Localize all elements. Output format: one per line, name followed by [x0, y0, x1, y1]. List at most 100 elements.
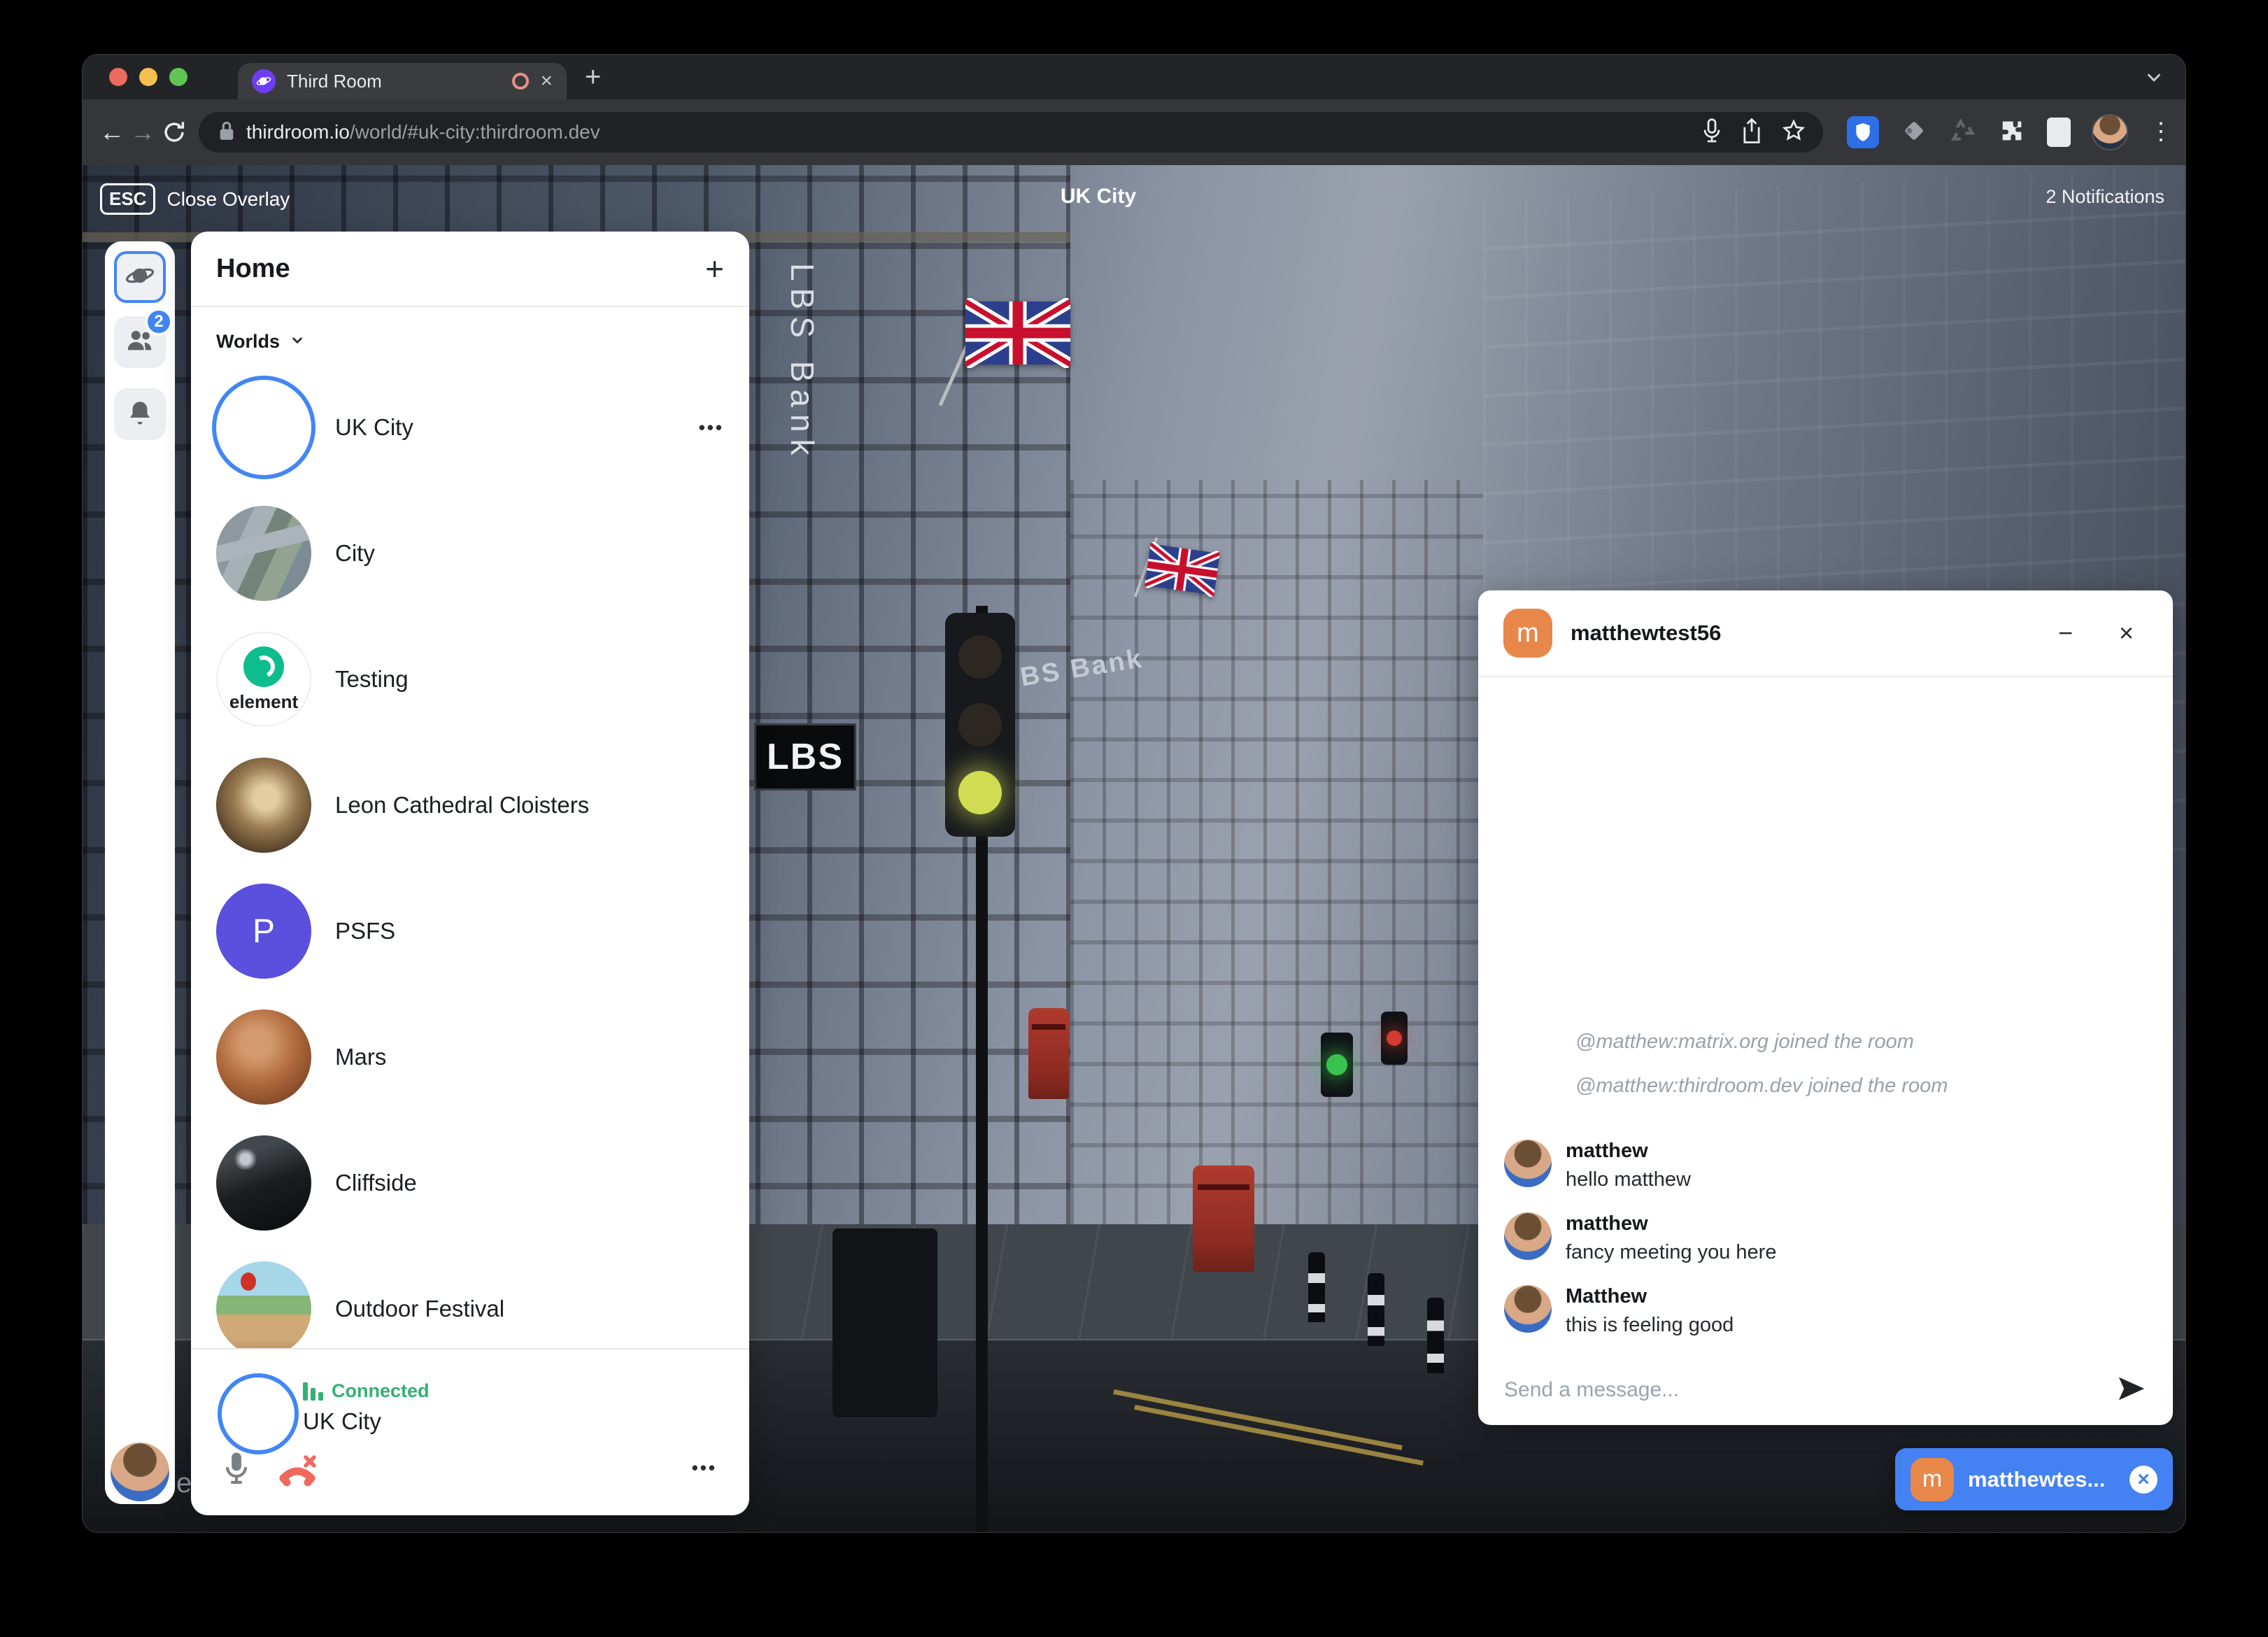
world-avatar — [216, 758, 311, 853]
url-bar[interactable]: thirdroom.io/world/#uk-city:thirdroom.de… — [199, 112, 1823, 153]
chat-input-bar — [1478, 1355, 2173, 1425]
traffic-light-icon — [945, 613, 1015, 837]
send-message-button[interactable] — [2116, 1375, 2147, 1406]
chat-peer-name: matthewtest56 — [1571, 621, 2026, 646]
chat-message: Matthew this is feeling good — [1504, 1285, 2147, 1337]
create-world-button[interactable]: + — [705, 253, 724, 285]
notifications-status[interactable]: 2 Notifications — [2046, 186, 2164, 208]
connection-status: Connected — [332, 1380, 430, 1402]
signal-bars-icon — [303, 1382, 323, 1401]
chat-peer-avatar: m — [1503, 609, 1552, 658]
active-call-footer: Connected UK City — [191, 1348, 749, 1515]
world-avatar: P — [216, 884, 311, 979]
call-options-menu-icon[interactable]: ••• — [692, 1457, 717, 1479]
browser-profile-avatar[interactable] — [2092, 114, 2128, 150]
world-avatar: element — [216, 632, 311, 727]
window-controls — [83, 68, 204, 86]
friends-badge: 2 — [145, 308, 173, 336]
share-icon[interactable] — [1741, 118, 1763, 148]
user-profile-avatar[interactable] — [111, 1443, 169, 1501]
planet-icon — [125, 260, 155, 295]
union-jack-flag-icon — [965, 298, 1070, 368]
street-bin — [832, 1228, 937, 1417]
page-viewport: LBS Bank LBS BS Bank — [83, 165, 2185, 1532]
tab-title: Third Room — [287, 71, 501, 92]
world-row-cliffside[interactable]: Cliffside — [191, 1120, 749, 1246]
minimize-window-button[interactable] — [139, 68, 157, 86]
bell-icon — [125, 398, 155, 431]
world-row-city[interactable]: City — [191, 490, 749, 616]
sidebar-item-worlds[interactable] — [114, 251, 166, 303]
chat-message: matthew hello matthew — [1504, 1140, 2147, 1191]
world-row-psfs[interactable]: P PSFS — [191, 868, 749, 994]
world-row-mars[interactable]: Mars — [191, 994, 749, 1120]
tab-search-chevron-icon[interactable] — [2143, 67, 2164, 92]
home-panel-header: Home + — [191, 232, 749, 307]
world-title: UK City — [1061, 185, 1136, 208]
browser-menu-icon[interactable]: ⋮ — [2149, 125, 2173, 139]
message-input[interactable] — [1504, 1378, 2102, 1402]
browser-window: Third Room × + ← → thirdroom.io/world/#u… — [83, 55, 2185, 1532]
world-options-menu-icon[interactable]: ••• — [699, 417, 724, 439]
sender-avatar — [1504, 1212, 1552, 1260]
bollard — [1427, 1298, 1444, 1373]
browser-toolbar: ← → thirdroom.io/world/#uk-city:thirdroo… — [83, 99, 2185, 165]
esc-key-chip: ESC — [100, 183, 155, 215]
tab-close-button[interactable]: × — [540, 71, 553, 92]
pedestrian-light-green-icon — [1321, 1033, 1353, 1097]
world-row-uk-city[interactable]: UK City ••• — [191, 364, 749, 490]
end-call-icon[interactable]: × — [2129, 1466, 2157, 1494]
extensions-row: ⋮ — [1847, 114, 2173, 150]
tab-strip: Third Room × + — [83, 55, 2185, 99]
sidebar-item-notifications[interactable] — [114, 388, 166, 440]
close-window-button[interactable] — [109, 68, 127, 86]
world-row-testing[interactable]: element Testing — [191, 616, 749, 742]
world-avatar — [216, 1135, 311, 1231]
tab-third-room[interactable]: Third Room × — [238, 63, 567, 99]
new-tab-button[interactable]: + — [585, 62, 601, 93]
bollard — [1368, 1273, 1384, 1346]
world-row-outdoor-festival[interactable]: Outdoor Festival — [191, 1246, 749, 1348]
hang-up-call-button[interactable] — [276, 1450, 318, 1493]
home-panel: Home + Worlds UK City ••• City — [191, 232, 749, 1515]
red-postbox — [1028, 1008, 1069, 1099]
url-path: /world/#uk-city:thirdroom.dev — [350, 121, 600, 143]
password-manager-shield-icon[interactable] — [1847, 116, 1879, 148]
chat-message: matthew fancy meeting you here — [1504, 1212, 2147, 1264]
side-panel-icon[interactable] — [2047, 118, 2071, 147]
reload-button[interactable] — [161, 113, 187, 152]
extensions-puzzle-icon[interactable] — [1998, 117, 2026, 148]
world-avatar — [216, 1009, 311, 1105]
element-logo-icon — [243, 646, 284, 687]
room-event: @matthew:thirdroom.dev joined the room — [1575, 1075, 2147, 1098]
pedestrian-light-red-icon — [1381, 1012, 1408, 1065]
chat-close-button[interactable]: × — [2105, 618, 2148, 648]
chat-message-list[interactable]: @matthew:matrix.org joined the room @mat… — [1478, 677, 2173, 1355]
chevron-down-icon — [288, 331, 306, 353]
close-overlay-button[interactable]: ESC Close Overlay — [100, 183, 290, 215]
url-domain: thirdroom.io — [246, 121, 350, 143]
chat-minimize-button[interactable]: − — [2044, 618, 2087, 648]
sidebar-item-friends[interactable]: 2 — [114, 316, 166, 368]
microphone-permission-icon[interactable] — [1701, 118, 1722, 148]
extension-recycle-icon[interactable] — [1949, 117, 1977, 148]
url-text: thirdroom.io/world/#uk-city:thirdroom.de… — [246, 121, 1692, 143]
sidebar-rail: 2 — [105, 241, 175, 1504]
world-row-leon-cathedral[interactable]: Leon Cathedral Cloisters — [191, 742, 749, 868]
lbs-sign: LBS — [754, 723, 856, 791]
worlds-section-toggle[interactable]: Worlds — [191, 307, 749, 357]
microphone-toggle-button[interactable] — [222, 1450, 251, 1490]
zoom-window-button[interactable] — [169, 68, 187, 86]
bookmark-star-icon[interactable] — [1781, 118, 1806, 147]
connected-world-avatar — [222, 1377, 295, 1450]
chat-header: m matthewtest56 − × — [1478, 590, 2173, 677]
chat-window: m matthewtest56 − × @matthew:matrix.org … — [1478, 590, 2173, 1425]
red-phone-box — [1193, 1165, 1254, 1272]
world-avatar — [216, 506, 311, 601]
extension-diamond-icon[interactable] — [1900, 117, 1928, 148]
back-button[interactable]: ← — [99, 113, 125, 152]
third-room-favicon-icon — [252, 69, 276, 93]
sender-avatar — [1504, 1140, 1552, 1187]
active-call-pill[interactable]: m matthewtes... × — [1895, 1448, 2173, 1510]
forward-button[interactable]: → — [130, 113, 155, 152]
